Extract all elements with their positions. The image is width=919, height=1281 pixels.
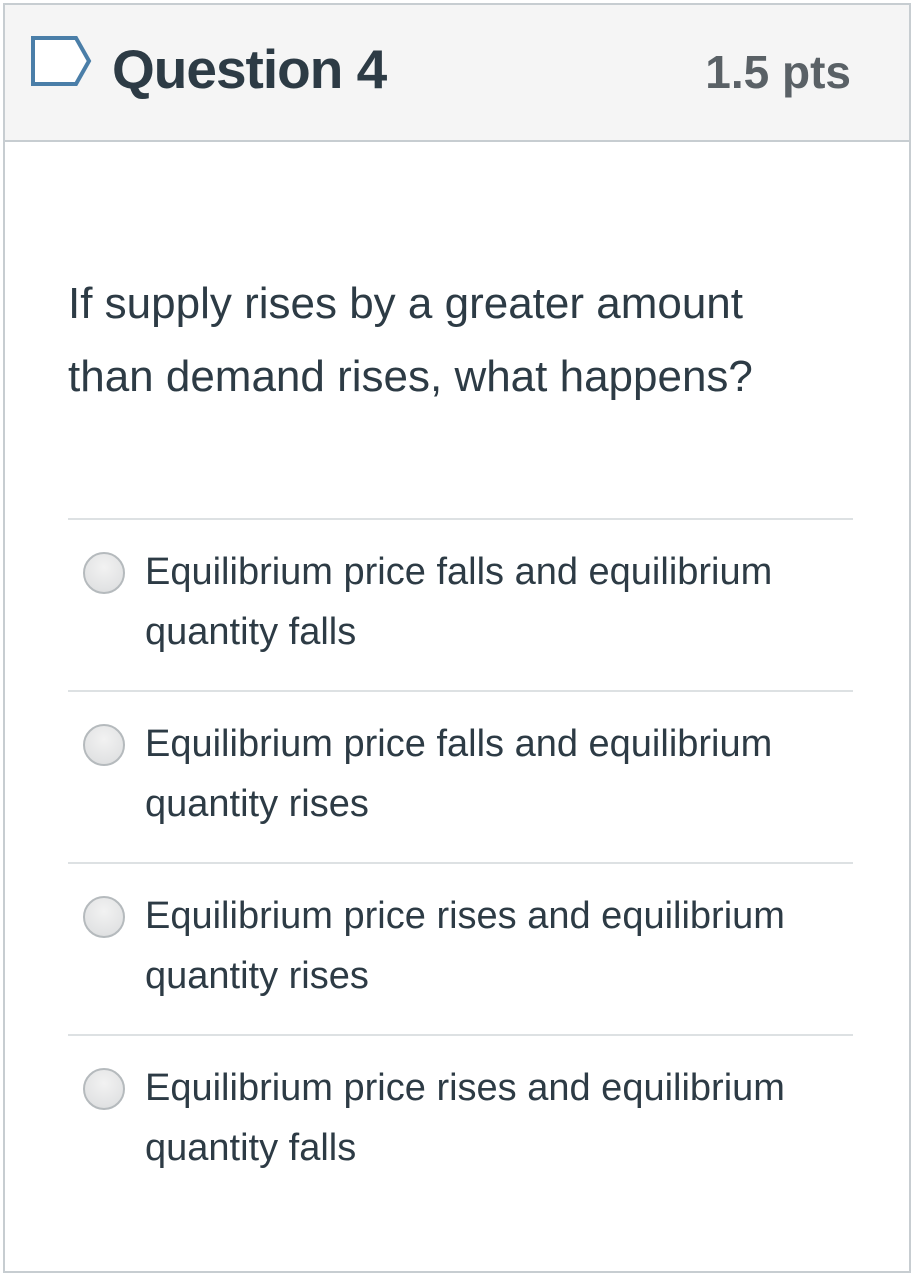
answer-label[interactable]: Equilibrium price rises and equilibrium … <box>145 1058 845 1178</box>
flag-question-icon[interactable] <box>30 35 92 87</box>
answer-option[interactable]: Equilibrium price rises and equilibrium … <box>68 1034 853 1206</box>
answer-radio[interactable] <box>83 1068 125 1110</box>
answer-radio[interactable] <box>83 724 125 766</box>
answer-label[interactable]: Equilibrium price rises and equilibrium … <box>145 886 845 1006</box>
question-title: Question 4 <box>112 38 387 100</box>
answer-option[interactable]: Equilibrium price falls and equilibrium … <box>68 690 853 862</box>
answer-list: Equilibrium price falls and equilibrium … <box>68 518 853 1206</box>
question-header: Question 4 1.5 pts <box>5 5 909 142</box>
answer-label[interactable]: Equilibrium price falls and equilibrium … <box>145 714 845 834</box>
question-card: Question 4 1.5 pts If supply rises by a … <box>3 3 911 1273</box>
answer-option[interactable]: Equilibrium price falls and equilibrium … <box>68 518 853 690</box>
question-points: 1.5 pts <box>705 46 851 98</box>
answer-radio[interactable] <box>83 552 125 594</box>
answer-label[interactable]: Equilibrium price falls and equilibrium … <box>145 542 845 662</box>
answer-radio[interactable] <box>83 896 125 938</box>
answer-option[interactable]: Equilibrium price rises and equilibrium … <box>68 862 853 1034</box>
question-text: If supply rises by a greater amount than… <box>68 279 753 401</box>
